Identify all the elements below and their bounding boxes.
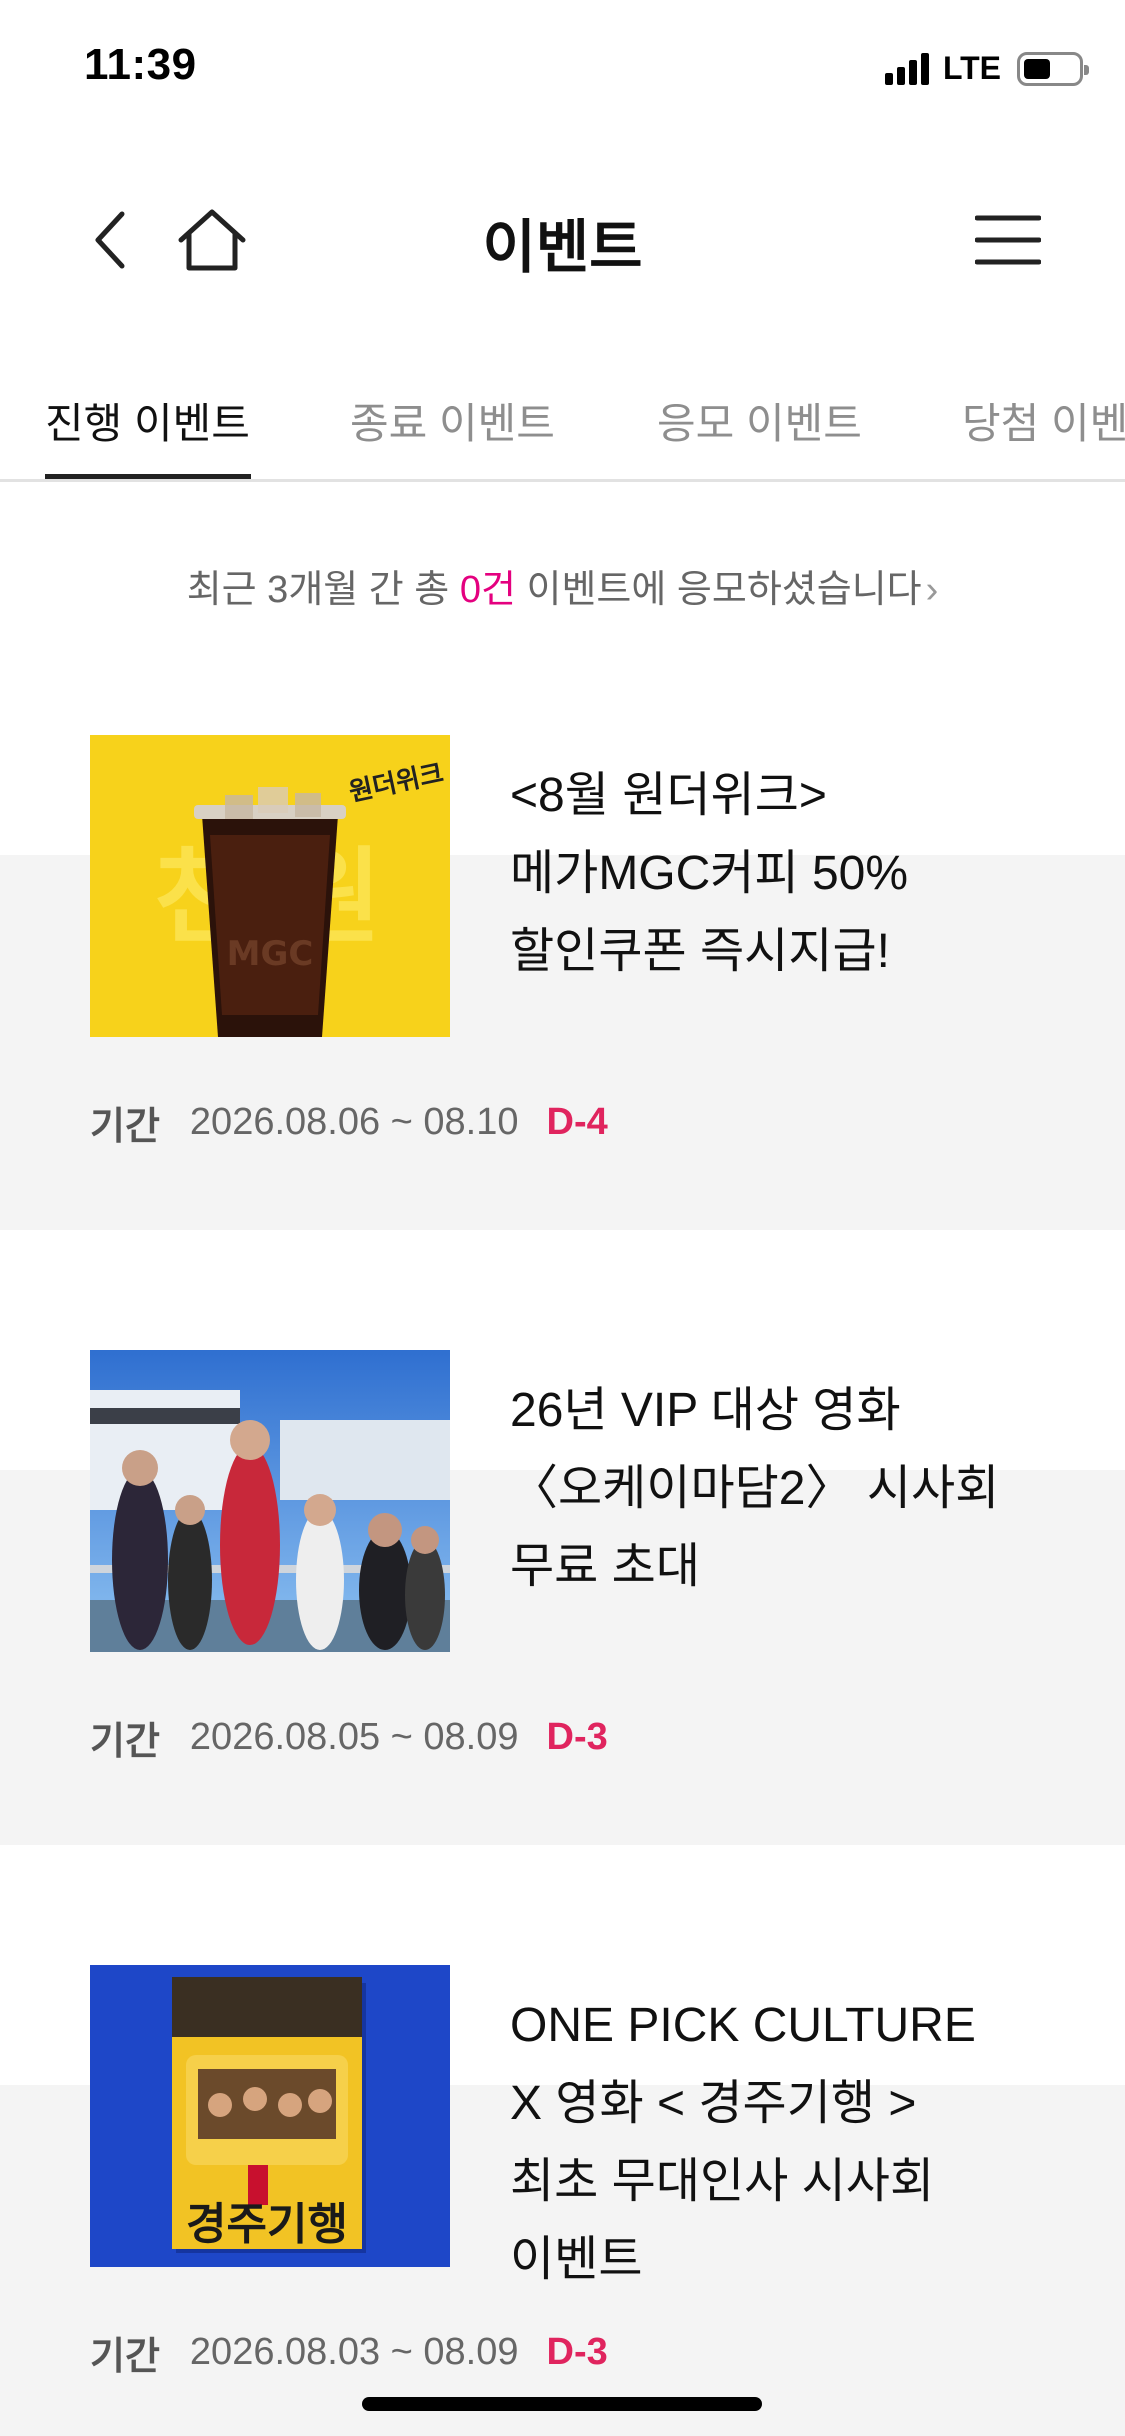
period-label: 기간 <box>90 1721 160 1763</box>
network-label: LTE <box>942 50 1001 86</box>
tab-applied-events[interactable]: 응모 이벤트 <box>657 390 862 451</box>
hamburger-menu-icon <box>975 215 1041 265</box>
event-tabs: 진행 이벤트 종료 이벤트 응모 이벤트 당첨 이벤트 <box>0 380 1125 482</box>
period-dates: 2026.08.06 ~ 08.10 <box>189 1101 519 1143</box>
dday-badge: D-3 <box>546 2331 608 2373</box>
application-summary-link[interactable]: 최근 3개월 간 총 0건 이벤트에 응모하셨습니다 › <box>0 558 1125 613</box>
menu-button[interactable] <box>966 200 1050 280</box>
event-period: 기간 2026.08.03 ~ 08.09 D-3 <box>90 2325 608 2380</box>
event-card[interactable]: 경주기행 ONE PICK CULTURE X 영화 < 경주기행 > 최초 무… <box>0 1965 1125 2436</box>
event-thumbnail: 천 원 원더위크 MGC <box>90 735 450 1037</box>
status-indicators: LTE <box>884 50 1089 87</box>
summary-prefix: 최근 3개월 간 총 <box>186 569 460 611</box>
event-card[interactable]: 천 원 원더위크 MGC <8월 원더위크> 메가MGC커피 50% 할인쿠폰 … <box>0 735 1125 1230</box>
app-header: 이벤트 <box>0 170 1125 310</box>
period-label: 기간 <box>90 2336 160 2378</box>
event-card[interactable]: 26년 VIP 대상 영화 〈오케이마담2〉 시사회 무료 초대 기간 2026… <box>0 1350 1125 1845</box>
event-title: ONE PICK CULTURE X 영화 < 경주기행 > 최초 무대인사 시… <box>510 1999 976 2286</box>
event-thumbnail <box>90 1350 450 1652</box>
event-period: 기간 2026.08.06 ~ 08.10 D-4 <box>90 1095 608 1150</box>
tab-ongoing-events[interactable]: 진행 이벤트 <box>45 390 250 451</box>
battery-icon <box>1017 51 1089 86</box>
tab-ended-events[interactable]: 종료 이벤트 <box>350 390 555 451</box>
home-indicator <box>362 2397 762 2411</box>
event-thumbnail: 경주기행 <box>90 1965 450 2267</box>
summary-count: 0건 <box>459 569 516 611</box>
event-period: 기간 2026.08.05 ~ 08.09 D-3 <box>90 1710 608 1765</box>
active-tab-indicator <box>45 474 251 479</box>
thumb-text: 경주기행 <box>186 2199 348 2250</box>
status-time: 11:39 <box>84 40 197 89</box>
period-label: 기간 <box>90 1106 160 1148</box>
signal-icon <box>884 52 929 85</box>
period-dates: 2026.08.05 ~ 08.09 <box>189 1716 519 1758</box>
dday-badge: D-3 <box>546 1716 608 1758</box>
status-bar: 11:39 LTE <box>0 0 1125 140</box>
page-title: 이벤트 <box>482 215 643 280</box>
period-dates: 2026.08.03 ~ 08.09 <box>189 2331 519 2373</box>
dday-badge: D-4 <box>546 1101 608 1143</box>
event-title: 26년 VIP 대상 영화 〈오케이마담2〉 시사회 무료 초대 <box>510 1384 1000 1593</box>
svg-text:MGC: MGC <box>227 934 314 974</box>
event-title: <8월 원더위크> 메가MGC커피 50% 할인쿠폰 즉시지급! <box>510 769 909 978</box>
summary-suffix: 이벤트에 응모하셨습니다 <box>515 569 922 611</box>
tab-winner-events[interactable]: 당첨 이벤트 <box>962 390 1125 451</box>
chevron-right-icon: › <box>925 569 939 611</box>
